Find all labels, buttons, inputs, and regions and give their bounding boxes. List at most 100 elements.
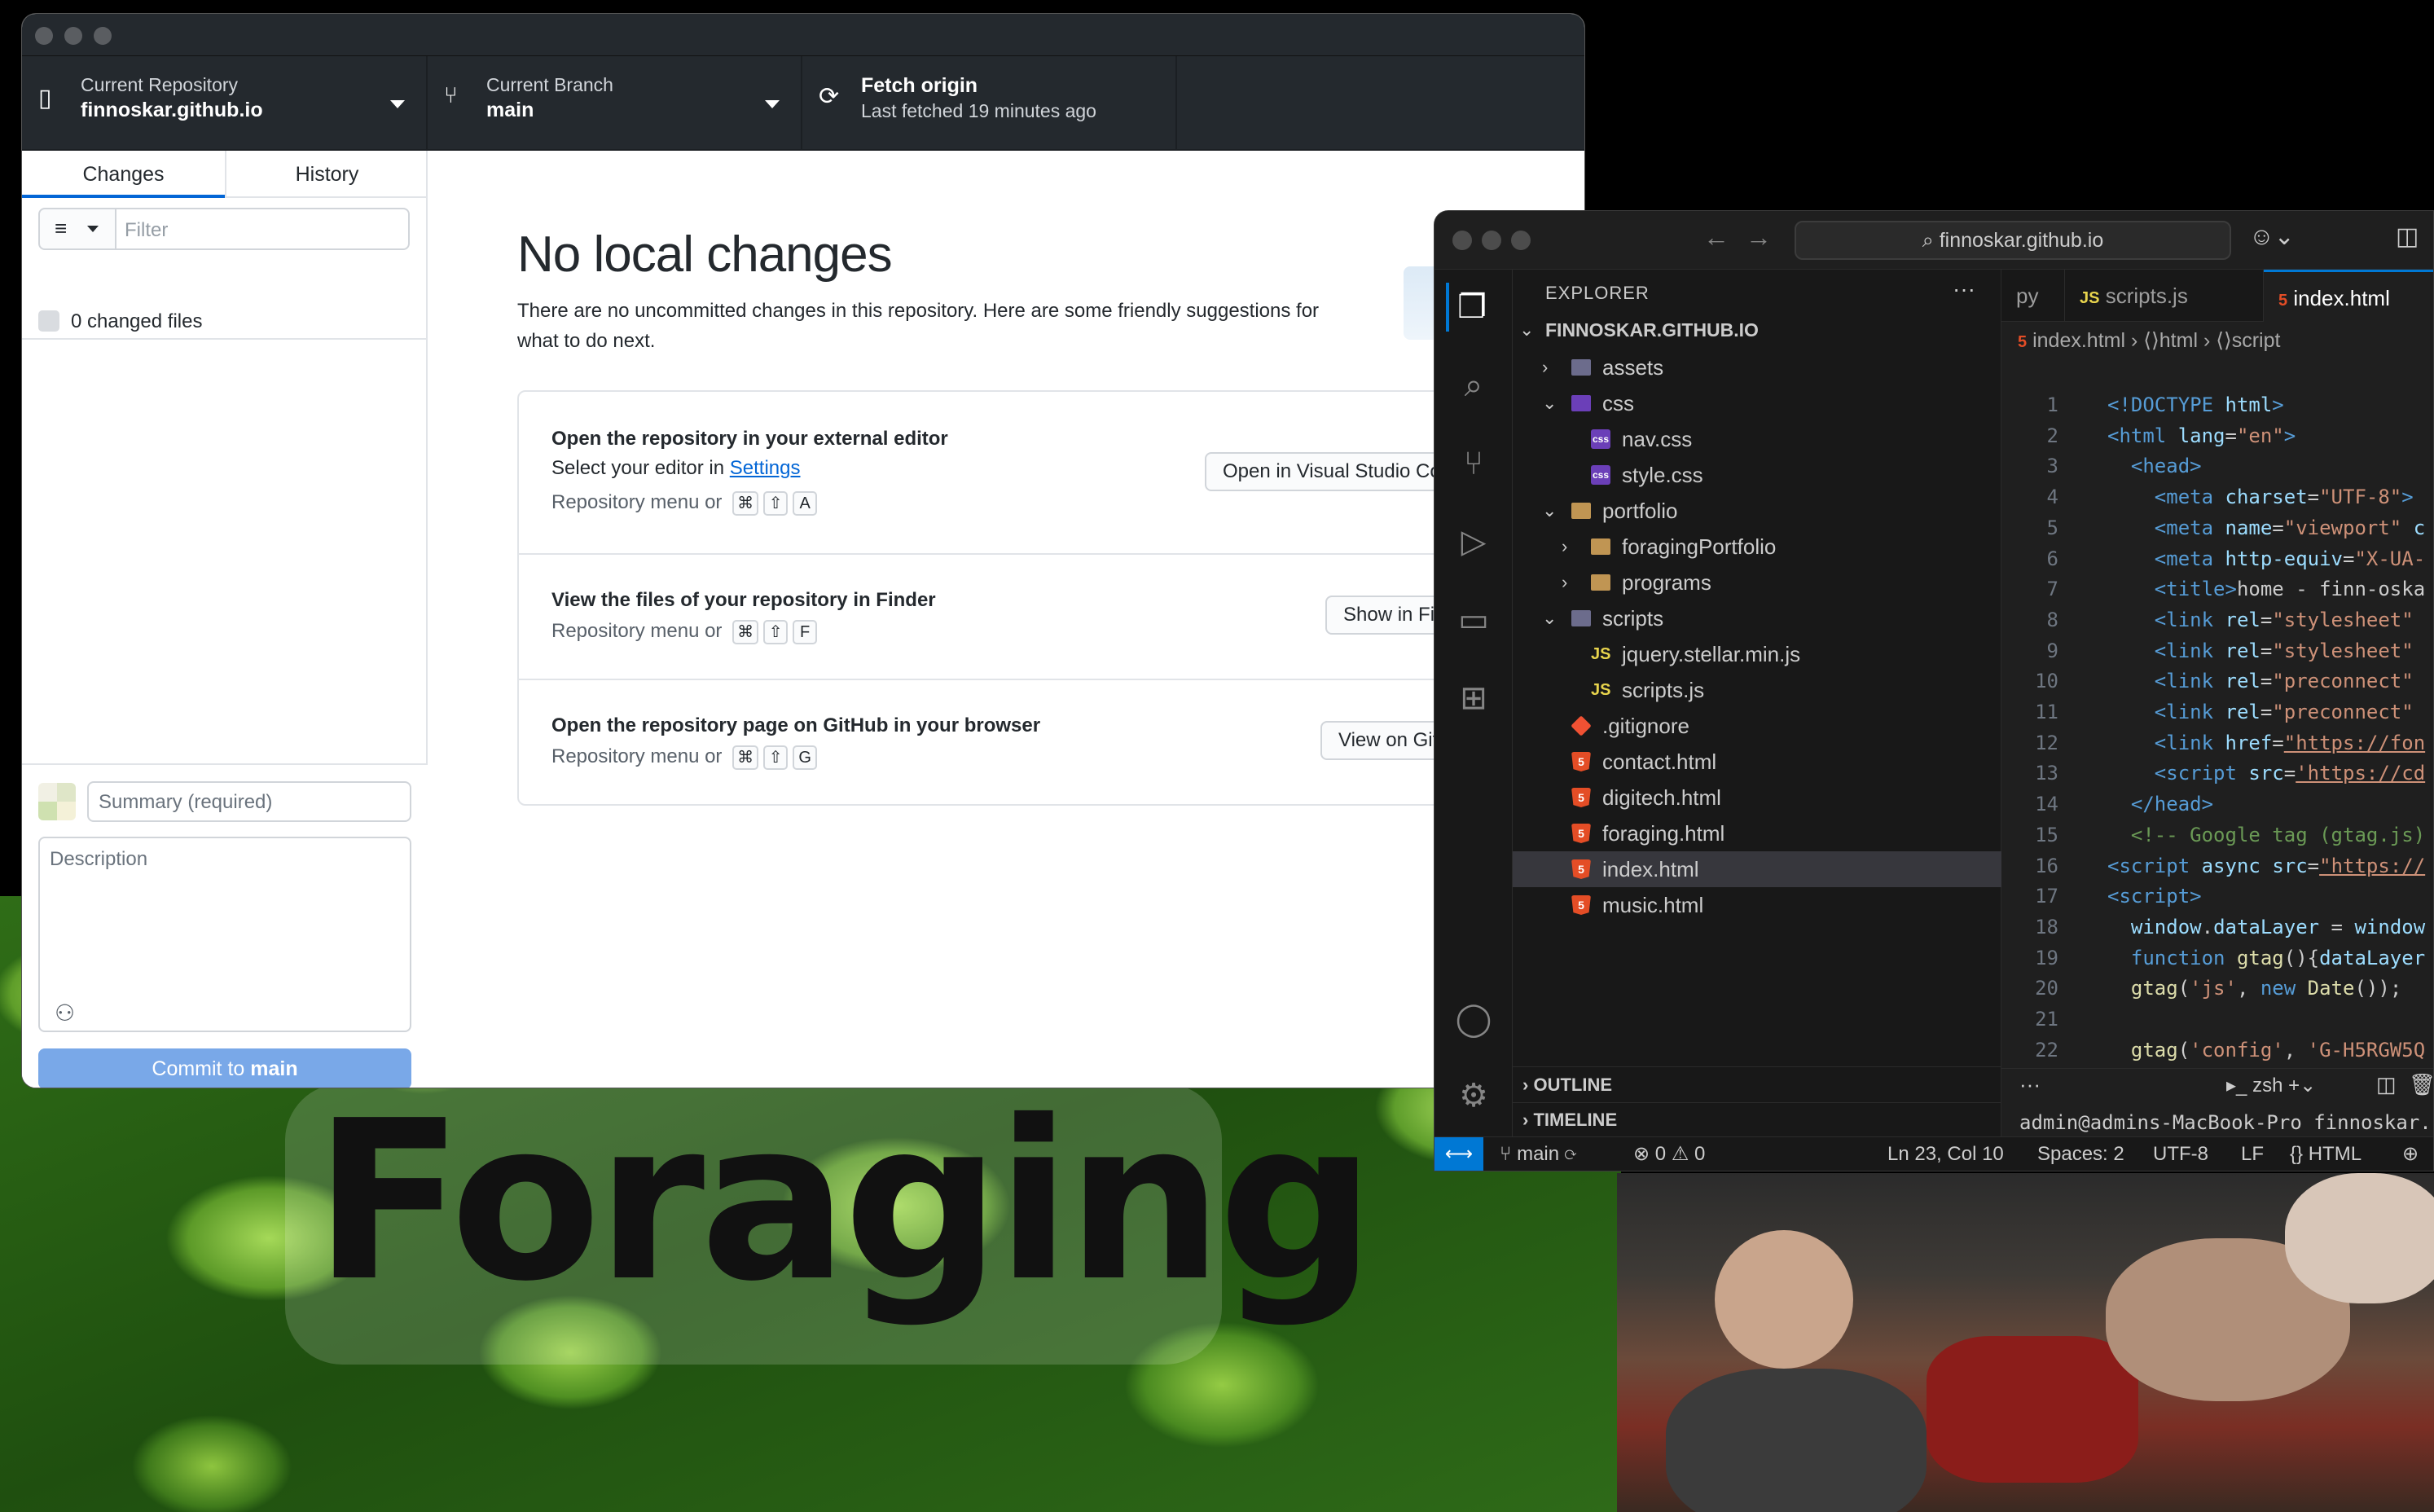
branch-status[interactable]: ⑂ main ⟳ xyxy=(1500,1137,1576,1171)
html-file-icon: 5 xyxy=(1571,824,1591,843)
repo-label: Current Repository xyxy=(81,74,239,95)
html-file-icon: 5 xyxy=(2278,292,2288,310)
tab-history[interactable]: History xyxy=(225,151,428,198)
minimize-window-button[interactable] xyxy=(1482,231,1501,250)
tree-item[interactable]: JS jquery.stellar.min.js xyxy=(1513,636,2001,672)
chevron-down-icon xyxy=(765,100,780,108)
source-control-icon[interactable]: ⑂ xyxy=(1449,439,1498,488)
suggestion-title: View the files of your repository in Fin… xyxy=(551,589,936,611)
cursor-position[interactable]: Ln 23, Col 10 xyxy=(1887,1137,2004,1171)
outline-section[interactable]: › OUTLINE xyxy=(1513,1066,2001,1102)
search-text: finnoskar.github.io xyxy=(1939,229,2104,252)
minimize-window-button[interactable] xyxy=(64,27,82,45)
current-repository-selector[interactable]: ▯ Current Repository finnoskar.github.io xyxy=(22,56,428,151)
fetch-origin-button[interactable]: ⟳ Fetch origin Last fetched 19 minutes a… xyxy=(802,56,1177,151)
breadcrumb-item[interactable]: script xyxy=(2232,329,2281,352)
tree-item[interactable]: ⌄ portfolio xyxy=(1513,493,2001,529)
gear-icon[interactable]: ⚙ xyxy=(1449,1071,1498,1120)
tab-scripts-js[interactable]: JS scripts.js xyxy=(2065,270,2264,322)
hint-text: Repository menu or xyxy=(551,620,723,642)
trash-icon[interactable]: 🗑 xyxy=(2409,1072,2433,1097)
folder-icon xyxy=(1571,503,1591,519)
commit-description-input[interactable]: Description xyxy=(38,837,411,1032)
remote-indicator-icon[interactable]: ⟷ xyxy=(1434,1137,1483,1171)
settings-link[interactable]: Settings xyxy=(730,457,801,479)
layout-icon[interactable]: ◫ xyxy=(2396,222,2419,251)
close-window-button[interactable] xyxy=(1452,231,1472,250)
zoom-window-button[interactable] xyxy=(1511,231,1531,250)
code-text: gtag('config', 'G-H5RGW5Q xyxy=(2130,1038,2426,1061)
problems-status[interactable]: ⊗ 0 ⚠ 0 xyxy=(1633,1137,1705,1171)
no-changes-view: No local changes There are no uncommitte… xyxy=(428,151,1584,1088)
current-branch-selector[interactable]: ⑂ Current Branch main xyxy=(428,56,802,151)
run-debug-icon[interactable]: ▷ xyxy=(1449,517,1498,566)
more-actions-icon[interactable]: ··· xyxy=(1953,276,1975,302)
tree-item[interactable]: › assets xyxy=(1513,349,2001,385)
indentation-status[interactable]: Spaces: 2 xyxy=(2037,1137,2124,1171)
suggestion-hint: Repository menu or ⌘ ⇧ F xyxy=(551,620,818,644)
letter-key: F xyxy=(793,620,818,644)
html-file-icon: 5 xyxy=(2018,333,2028,351)
close-window-button[interactable] xyxy=(35,27,53,45)
explorer-icon[interactable]: ❐ xyxy=(1446,283,1495,332)
copilot-icon[interactable]: ☺⌄ xyxy=(2249,222,2295,251)
tree-item[interactable]: › foragingPortfolio xyxy=(1513,529,2001,565)
branch-icon: ⑂ xyxy=(444,82,458,108)
code-text: <html lang="en"> xyxy=(2107,424,2296,447)
tab-label: index.html xyxy=(2293,286,2390,310)
tab-index-html[interactable]: 5 index.html xyxy=(2264,270,2433,322)
tree-item[interactable]: ⌄ css xyxy=(1513,385,2001,421)
breadcrumb-item[interactable]: index.html xyxy=(2032,329,2125,352)
tree-item[interactable]: 5 music.html xyxy=(1513,887,2001,923)
tree-item[interactable]: css nav.css xyxy=(1513,421,2001,457)
search-icon[interactable]: ⌕ xyxy=(1449,361,1498,410)
line-number: 11 xyxy=(2035,701,2058,723)
language-status[interactable]: {} HTML xyxy=(2290,1137,2362,1171)
select-all-checkbox[interactable] xyxy=(38,310,59,332)
braces-icon: {} xyxy=(2290,1143,2309,1165)
split-terminal-icon[interactable]: ◫ xyxy=(2376,1072,2397,1097)
workspace-root[interactable]: ⌄ FINNOSKAR.GITHUB.IO xyxy=(1513,312,2001,348)
commit-button[interactable]: Commit to main xyxy=(38,1048,411,1088)
breadcrumb-item[interactable]: html xyxy=(2159,329,2198,352)
code-text: <link href="https://fon xyxy=(2154,731,2426,754)
tree-item[interactable]: 5 foraging.html xyxy=(1513,815,2001,851)
back-arrow-icon[interactable]: ← xyxy=(1703,222,1729,253)
tree-item[interactable]: css style.css xyxy=(1513,457,2001,493)
line-number: 14 xyxy=(2035,793,2058,816)
notifications-icon[interactable]: ⊕ xyxy=(2402,1137,2419,1171)
command-center-search[interactable]: ⌕ finnoskar.github.io xyxy=(1795,221,2231,260)
line-number: 6 xyxy=(2046,547,2058,570)
filter-options-button[interactable]: ≡ xyxy=(38,208,116,250)
encoding-status[interactable]: UTF-8 xyxy=(2153,1137,2208,1171)
add-coauthor-icon[interactable]: ⚇ xyxy=(55,1000,75,1026)
remote-explorer-icon[interactable]: ▭ xyxy=(1449,596,1498,644)
account-icon[interactable]: ◯ xyxy=(1449,995,1498,1044)
tree-item[interactable]: .gitignore xyxy=(1513,708,2001,744)
tree-item[interactable]: 5 digitech.html xyxy=(1513,780,2001,815)
error-icon: ⊗ xyxy=(1633,1143,1655,1165)
tree-item-label: jquery.stellar.min.js xyxy=(1622,642,1801,666)
tree-item[interactable]: 5 contact.html xyxy=(1513,744,2001,780)
warning-count: 0 xyxy=(1694,1143,1706,1165)
code-line: 17 <script> xyxy=(2001,881,2433,911)
terminal-icon: ▸_ xyxy=(2226,1075,2253,1097)
zoom-window-button[interactable] xyxy=(94,27,112,45)
tab-changes[interactable]: Changes xyxy=(22,151,225,198)
commit-summary-input[interactable]: Summary (required) xyxy=(87,781,411,822)
timeline-section[interactable]: › TIMELINE xyxy=(1513,1102,2001,1136)
letter-key: G xyxy=(793,745,818,770)
suggestion-title: Open the repository in your external edi… xyxy=(551,428,948,450)
terminal-shell-selector[interactable]: ▸_ zsh +⌄ xyxy=(2226,1074,2316,1097)
more-actions-icon[interactable]: ··· xyxy=(2019,1072,2041,1097)
code-text: <link rel="preconnect" xyxy=(2154,670,2414,693)
extensions-icon[interactable]: ⊞ xyxy=(1449,674,1498,723)
tree-item[interactable]: JS scripts.js xyxy=(1513,672,2001,708)
forward-arrow-icon[interactable]: → xyxy=(1746,222,1772,253)
eol-status[interactable]: LF xyxy=(2241,1137,2264,1171)
tree-item[interactable]: 5 index.html xyxy=(1513,851,2001,887)
tab-py[interactable]: py xyxy=(2001,270,2065,322)
tree-item[interactable]: ⌄ scripts xyxy=(1513,600,2001,636)
tree-item[interactable]: › programs xyxy=(1513,565,2001,600)
filter-input[interactable]: Filter xyxy=(115,208,410,250)
